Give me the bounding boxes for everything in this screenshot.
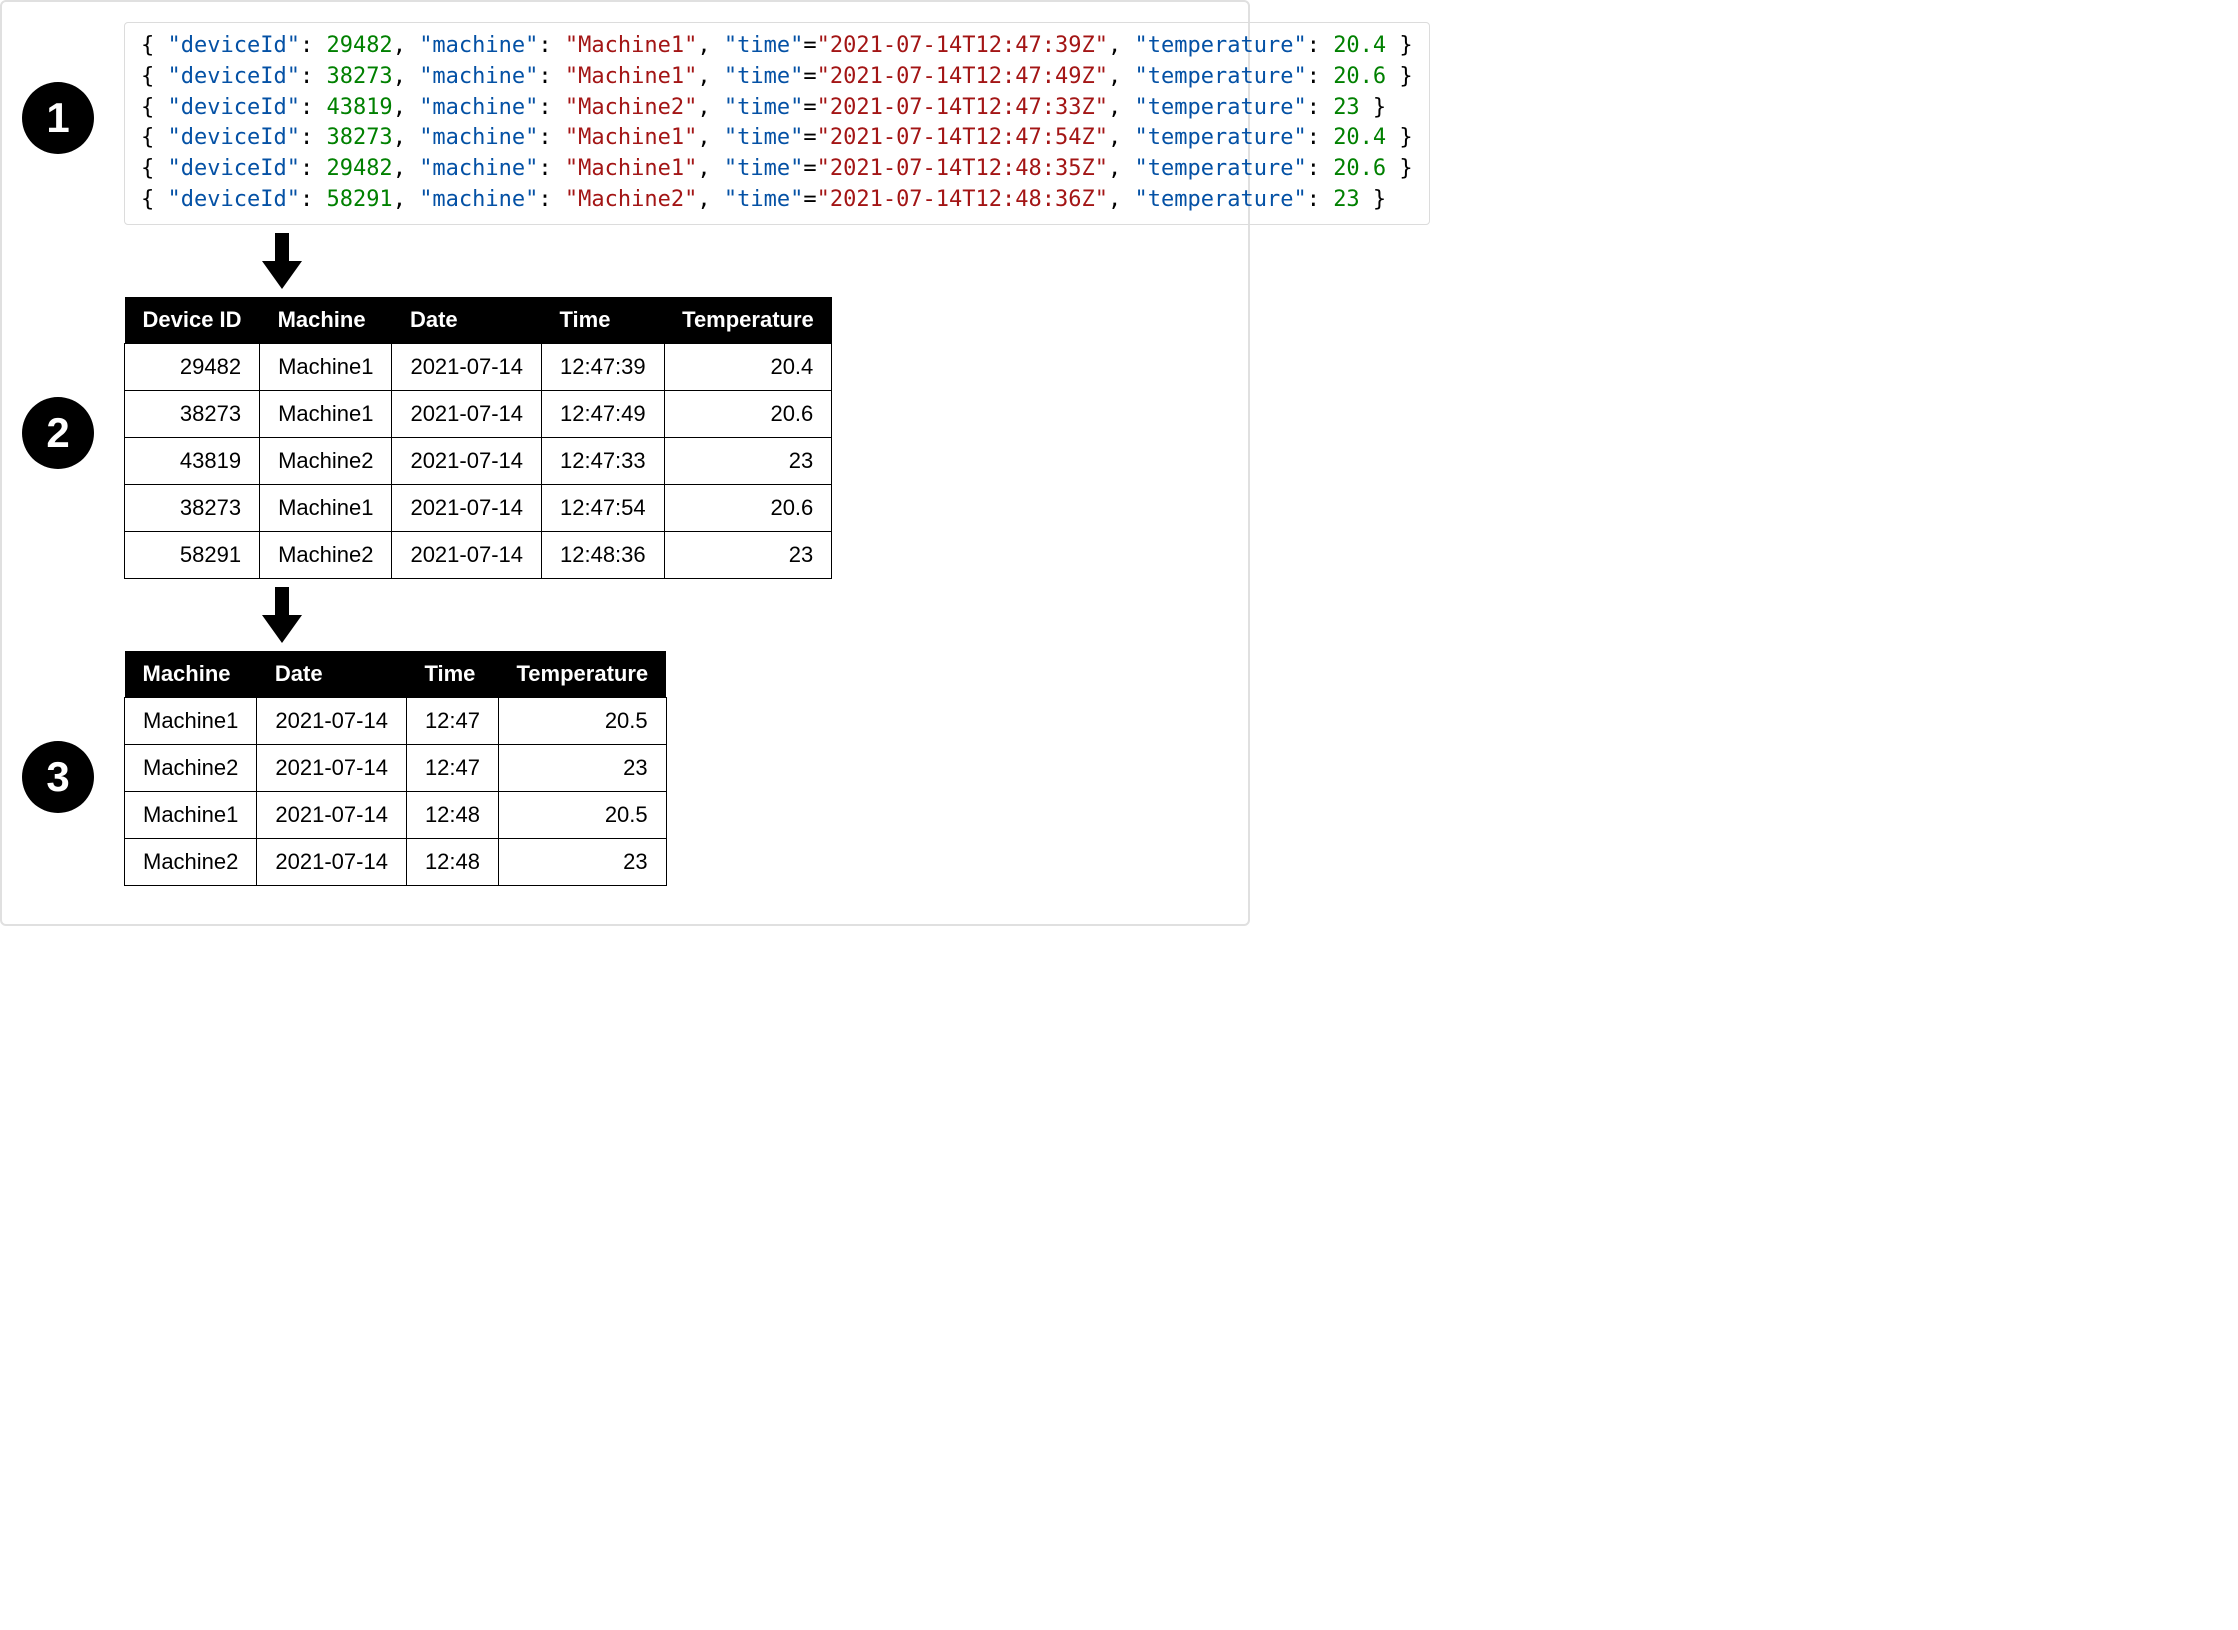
cell-date: 2021-07-14: [257, 744, 407, 791]
cell-temperature: 23: [664, 531, 832, 578]
table-header-row: Device ID Machine Date Time Temperature: [125, 297, 832, 344]
cell-temperature: 23: [499, 744, 667, 791]
table-row: Machine22021-07-1412:4823: [125, 838, 667, 885]
col-header-machine: Machine: [125, 651, 257, 698]
agg-table-body: Machine12021-07-1412:4720.5Machine22021-…: [125, 697, 667, 885]
cell-temperature: 20.5: [499, 697, 667, 744]
json-line: { "deviceId": 29482, "machine": "Machine…: [141, 154, 1413, 185]
table-header-row: Machine Date Time Temperature: [125, 651, 667, 698]
cell-time: 12:48: [406, 791, 498, 838]
cell-temperature: 20.5: [499, 791, 667, 838]
cell-time: 12:47:39: [542, 343, 665, 390]
cell-deviceid: 43819: [125, 437, 260, 484]
cell-time: 12:47: [406, 744, 498, 791]
cell-temperature: 23: [664, 437, 832, 484]
arrow-down-icon: [262, 233, 302, 289]
cell-time: 12:47:54: [542, 484, 665, 531]
step-1-row: 1 { "deviceId": 29482, "machine": "Machi…: [22, 22, 1228, 225]
cell-machine: Machine2: [125, 744, 257, 791]
table-row: 58291Machine22021-07-1412:48:3623: [125, 531, 832, 578]
cell-temperature: 23: [499, 838, 667, 885]
json-line: { "deviceId": 38273, "machine": "Machine…: [141, 123, 1413, 154]
json-line: { "deviceId": 43819, "machine": "Machine…: [141, 93, 1413, 124]
cell-machine: Machine2: [125, 838, 257, 885]
json-line: { "deviceId": 29482, "machine": "Machine…: [141, 31, 1413, 62]
cell-date: 2021-07-14: [257, 697, 407, 744]
cell-machine: Machine2: [260, 531, 392, 578]
cell-date: 2021-07-14: [257, 838, 407, 885]
cell-deviceid: 58291: [125, 531, 260, 578]
cell-date: 2021-07-14: [392, 484, 542, 531]
cell-deviceid: 38273: [125, 390, 260, 437]
cell-date: 2021-07-14: [257, 791, 407, 838]
cell-machine: Machine1: [125, 697, 257, 744]
cell-temperature: 20.6: [664, 390, 832, 437]
table-row: Machine12021-07-1412:4820.5: [125, 791, 667, 838]
cell-time: 12:47:49: [542, 390, 665, 437]
step-2-row: 2 Device ID Machine Date Time Temperatur…: [22, 297, 1228, 579]
cell-date: 2021-07-14: [392, 437, 542, 484]
col-header-time: Time: [406, 651, 498, 698]
step-badge-3: 3: [22, 741, 94, 813]
cell-temperature: 20.4: [664, 343, 832, 390]
step-3-row: 3 Machine Date Time Temperature Machine1…: [22, 651, 1228, 886]
table-row: 38273Machine12021-07-1412:47:5420.6: [125, 484, 832, 531]
raw-data-table: Device ID Machine Date Time Temperature …: [124, 297, 832, 579]
table-row: 38273Machine12021-07-1412:47:4920.6: [125, 390, 832, 437]
cell-machine: Machine1: [260, 343, 392, 390]
cell-machine: Machine1: [125, 791, 257, 838]
diagram-container: 1 { "deviceId": 29482, "machine": "Machi…: [0, 0, 1250, 926]
cell-date: 2021-07-14: [392, 390, 542, 437]
step-badge-1: 1: [22, 82, 94, 154]
col-header-time: Time: [542, 297, 665, 344]
json-line: { "deviceId": 58291, "machine": "Machine…: [141, 185, 1413, 216]
arrow-down-icon: [262, 587, 302, 643]
cell-temperature: 20.6: [664, 484, 832, 531]
cell-date: 2021-07-14: [392, 531, 542, 578]
cell-date: 2021-07-14: [392, 343, 542, 390]
arrow-down-1: [262, 233, 1228, 289]
raw-table-body: 29482Machine12021-07-1412:47:3920.438273…: [125, 343, 832, 578]
cell-time: 12:47: [406, 697, 498, 744]
cell-time: 12:47:33: [542, 437, 665, 484]
cell-deviceid: 29482: [125, 343, 260, 390]
table-row: 29482Machine12021-07-1412:47:3920.4: [125, 343, 832, 390]
table-row: Machine22021-07-1412:4723: [125, 744, 667, 791]
cell-machine: Machine2: [260, 437, 392, 484]
table-row: Machine12021-07-1412:4720.5: [125, 697, 667, 744]
step-badge-2: 2: [22, 397, 94, 469]
col-header-date: Date: [392, 297, 542, 344]
aggregated-data-table: Machine Date Time Temperature Machine120…: [124, 651, 667, 886]
json-source-box: { "deviceId": 29482, "machine": "Machine…: [124, 22, 1430, 225]
col-header-temperature: Temperature: [664, 297, 832, 344]
col-header-machine: Machine: [260, 297, 392, 344]
arrow-down-2: [262, 587, 1228, 643]
table-row: 43819Machine22021-07-1412:47:3323: [125, 437, 832, 484]
col-header-date: Date: [257, 651, 407, 698]
cell-deviceid: 38273: [125, 484, 260, 531]
cell-machine: Machine1: [260, 484, 392, 531]
col-header-temperature: Temperature: [499, 651, 667, 698]
col-header-deviceid: Device ID: [125, 297, 260, 344]
cell-time: 12:48:36: [542, 531, 665, 578]
json-line: { "deviceId": 38273, "machine": "Machine…: [141, 62, 1413, 93]
cell-time: 12:48: [406, 838, 498, 885]
cell-machine: Machine1: [260, 390, 392, 437]
